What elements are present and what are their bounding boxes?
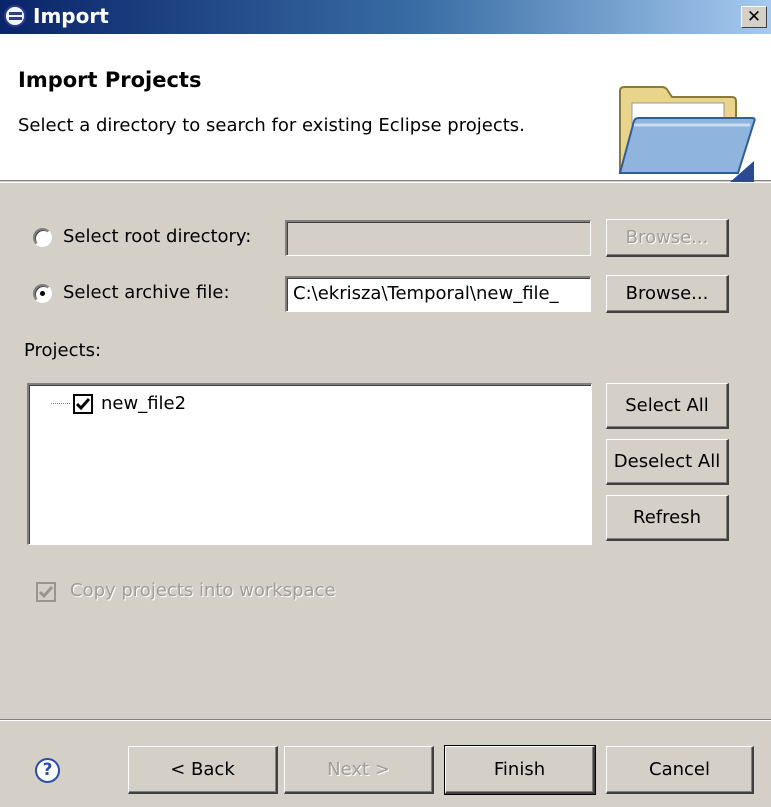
eclipse-icon <box>4 5 26 27</box>
projects-list[interactable]: new_file2 <box>27 383 592 545</box>
help-icon[interactable]: ? <box>35 758 60 783</box>
window-title: Import <box>33 4 109 28</box>
next-button[interactable]: Next > <box>284 746 434 794</box>
page-description: Select a directory to search for existin… <box>18 115 525 136</box>
projects-label: Projects: <box>24 340 102 361</box>
finish-button[interactable]: Finish <box>444 745 596 795</box>
project-name: new_file2 <box>101 393 187 414</box>
root-browse-button[interactable]: Browse... <box>606 219 729 257</box>
archive-browse-button[interactable]: Browse... <box>606 275 729 313</box>
root-directory-label: Select root directory: <box>63 226 252 247</box>
refresh-button[interactable]: Refresh <box>606 495 729 541</box>
header-separator <box>0 182 771 183</box>
copy-projects-checkbox[interactable] <box>36 582 56 602</box>
close-button[interactable]: ✕ <box>741 6 767 28</box>
project-checkbox[interactable] <box>73 394 93 414</box>
copy-projects-label: Copy projects into workspace <box>70 580 336 601</box>
page-title: Import Projects <box>18 68 202 92</box>
archive-file-field[interactable]: C:\ekrisza\Temporal\new_file_ <box>285 276 591 312</box>
footer-separator-highlight <box>0 720 771 721</box>
folder-icon <box>618 86 756 183</box>
checkmark-icon <box>39 586 53 599</box>
tree-connector <box>51 403 70 404</box>
deselect-all-button[interactable]: Deselect All <box>606 439 729 485</box>
checkmark-icon <box>76 398 90 411</box>
close-icon: ✕ <box>746 7 762 27</box>
archive-file-radio[interactable] <box>33 284 52 303</box>
select-all-button[interactable]: Select All <box>606 383 729 429</box>
back-button[interactable]: < Back <box>128 746 278 794</box>
root-directory-field[interactable] <box>285 220 591 256</box>
cancel-button[interactable]: Cancel <box>606 746 754 794</box>
root-directory-radio[interactable] <box>33 228 52 247</box>
wizard-header: Import Projects Select a directory to se… <box>0 34 771 183</box>
archive-file-label: Select archive file: <box>63 282 230 303</box>
title-bar[interactable]: Import ✕ <box>0 0 771 34</box>
